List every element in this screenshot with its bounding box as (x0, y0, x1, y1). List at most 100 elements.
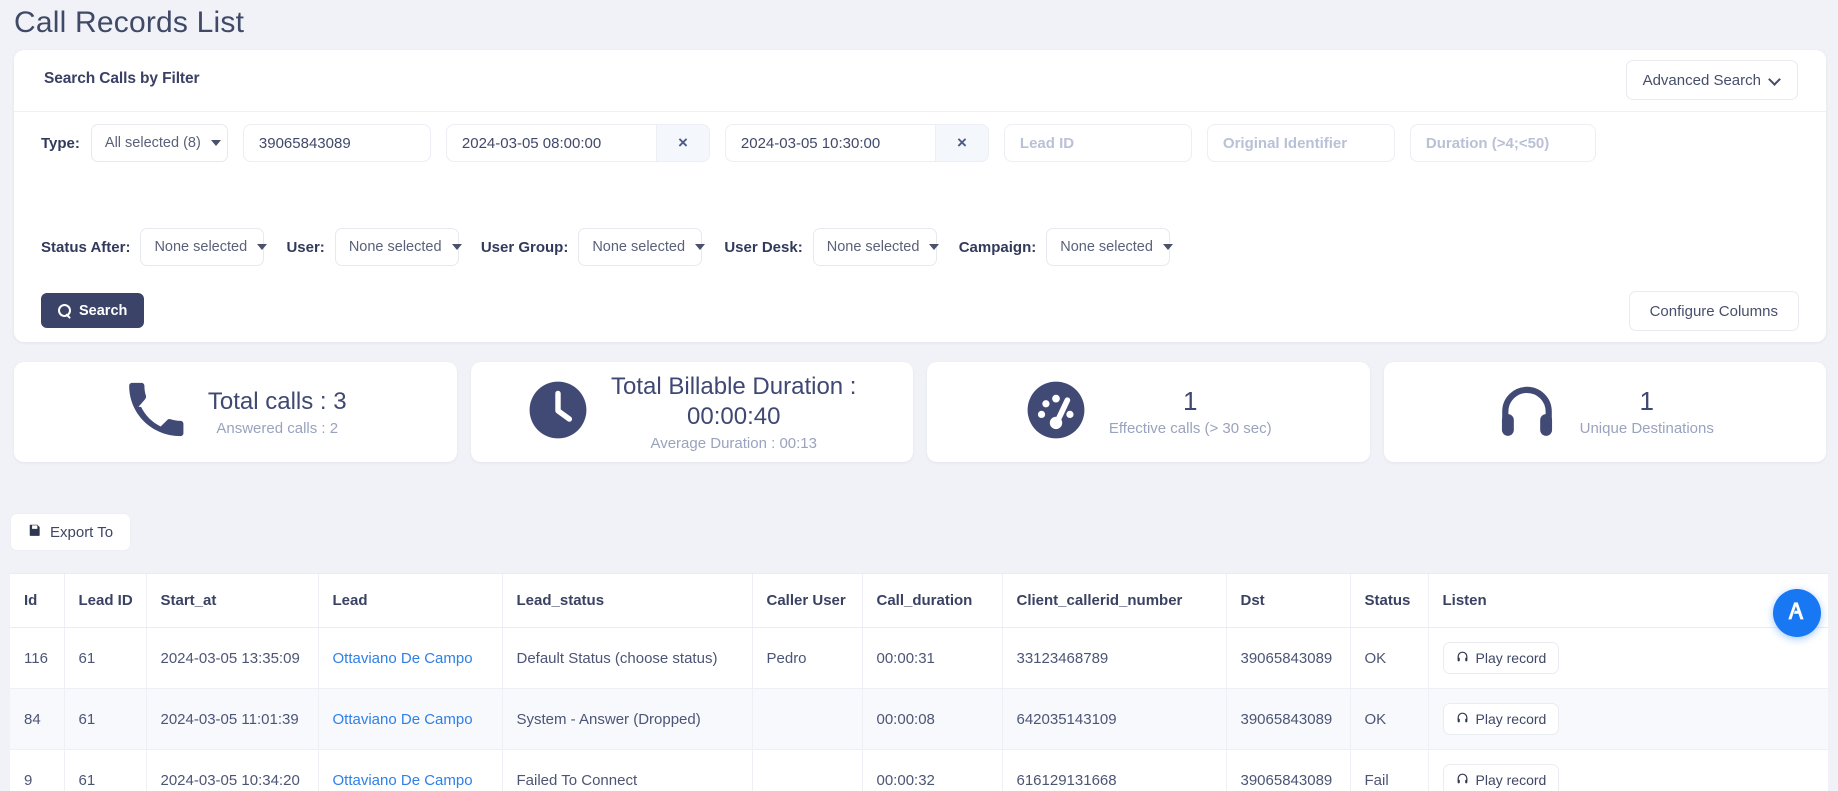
cell-client-callerid-number: 33123468789 (1002, 627, 1227, 689)
original-identifier-input[interactable] (1206, 124, 1395, 162)
export-to-label: Export To (50, 523, 114, 541)
cell-lead-status: System - Answer (Dropped) (502, 688, 753, 750)
filter-panel-title: Search Calls by Filter (44, 70, 200, 87)
cell-caller-user (752, 749, 863, 791)
table-row: 9 61 2024-03-05 10:34:20 Ottaviano De Ca… (10, 749, 1828, 791)
summary-stats: Total calls : 3 Answered calls : 2 Total… (14, 362, 1826, 462)
headphones-icon (1456, 772, 1469, 788)
column-header-lead-status[interactable]: Lead_status (502, 574, 753, 628)
cell-status: OK (1350, 627, 1429, 689)
cell-status: OK (1350, 688, 1429, 750)
status-after-label: Status After: (41, 238, 131, 256)
lead-id-input[interactable] (1003, 124, 1192, 162)
save-icon (28, 523, 42, 541)
configure-columns-button[interactable]: Configure Columns (1628, 291, 1799, 331)
cell-dst: 39065843089 (1226, 749, 1351, 791)
column-header-lead-id[interactable]: Lead ID (64, 574, 147, 628)
column-header-dst[interactable]: Dst (1226, 574, 1351, 628)
export-to-button[interactable]: Export To (10, 513, 132, 551)
stat-effective-calls-label: Effective calls (> 30 sec) (1108, 419, 1272, 437)
status-after-dropdown[interactable]: None selected (140, 228, 268, 266)
date-from-input[interactable] (445, 124, 656, 162)
column-header-status[interactable]: Status (1350, 574, 1429, 628)
play-record-label: Play record (1475, 711, 1547, 727)
column-header-client-callerid-number[interactable]: Client_callerid_number (1002, 574, 1227, 628)
search-icon (58, 304, 71, 317)
chevron-down-icon (1770, 75, 1781, 86)
column-header-call-duration[interactable]: Call_duration (862, 574, 1003, 628)
duration-input[interactable] (1409, 124, 1596, 162)
lead-link[interactable]: Ottaviano De Campo (333, 772, 473, 789)
user-label: User: (286, 238, 325, 256)
campaign-dropdown[interactable]: None selected (1046, 228, 1173, 266)
brand-logo-fab-button[interactable] (1773, 589, 1821, 637)
stat-card-unique-destinations: 1 Unique Destinations (1383, 362, 1826, 462)
cell-start-at: 2024-03-05 10:34:20 (146, 749, 319, 791)
search-filter-panel: Search Calls by Filter Advanced Search T… (14, 50, 1826, 342)
brand-logo-icon (1785, 599, 1809, 628)
user-desk-dropdown[interactable]: None selected (812, 228, 940, 266)
user-group-dropdown[interactable]: None selected (578, 228, 706, 266)
headphones-icon (1456, 711, 1469, 727)
campaign-value: None selected (1060, 239, 1153, 255)
stat-unique-destinations-value: 1 (1639, 386, 1654, 417)
stat-average-duration-value: Average Duration : 00:13 (650, 434, 817, 452)
cell-id: 116 (10, 627, 65, 689)
configure-columns-label: Configure Columns (1649, 302, 1778, 320)
user-desk-label: User Desk: (724, 238, 803, 256)
cell-lead-id: 61 (64, 627, 147, 689)
campaign-filter: Campaign: None selected (959, 228, 1173, 266)
column-header-start-at[interactable]: Start_at (146, 574, 319, 628)
table-row: 84 61 2024-03-05 11:01:39 Ottaviano De C… (10, 688, 1828, 750)
cell-id: 9 (10, 749, 65, 791)
date-from-group: × (445, 124, 710, 162)
advanced-search-button[interactable]: Advanced Search (1625, 60, 1798, 100)
user-desk-value: None selected (826, 239, 920, 255)
headphones-icon (1496, 379, 1558, 446)
lead-link[interactable]: Ottaviano De Campo (333, 650, 473, 667)
play-record-button[interactable]: Play record (1442, 703, 1560, 735)
date-to-clear-icon[interactable]: × (934, 124, 989, 162)
lead-link[interactable]: Ottaviano De Campo (333, 711, 473, 728)
status-after-value: None selected (154, 239, 248, 255)
column-header-caller-user[interactable]: Caller User (752, 574, 863, 628)
user-group-value: None selected (592, 239, 686, 255)
type-multiselect[interactable]: All selected (8) (90, 124, 228, 162)
caret-down-icon (210, 140, 221, 146)
caret-down-icon (695, 244, 706, 250)
user-filter: User: None selected (286, 228, 462, 266)
table-row: 116 61 2024-03-05 13:35:09 Ottaviano De … (10, 627, 1828, 689)
stat-billable-duration-value: 00:00:40 (687, 402, 781, 430)
cell-dst: 39065843089 (1226, 688, 1351, 750)
date-from-clear-icon[interactable]: × (655, 124, 710, 162)
cell-start-at: 2024-03-05 11:01:39 (146, 688, 319, 750)
cell-call-duration: 00:00:31 (862, 627, 1003, 689)
cell-call-duration: 00:00:08 (862, 688, 1003, 750)
stat-effective-calls-value: 1 (1183, 386, 1198, 417)
user-group-label: User Group: (480, 238, 569, 256)
date-to-group: × (724, 124, 989, 162)
column-header-id[interactable]: Id (10, 574, 65, 628)
filter-row-secondary: Status After: None selected User: None s… (14, 228, 1826, 266)
stat-billable-duration-label: Total Billable Duration : (611, 373, 857, 401)
stat-unique-destinations-label: Unique Destinations (1579, 419, 1714, 437)
cell-caller-user: Pedro (752, 627, 863, 689)
search-button[interactable]: Search (41, 293, 145, 328)
phone-number-input[interactable] (242, 124, 431, 162)
play-record-button[interactable]: Play record (1442, 642, 1560, 674)
type-label: Type: (41, 134, 80, 152)
cell-lead-id: 61 (64, 688, 147, 750)
date-to-input[interactable] (724, 124, 935, 162)
column-header-lead[interactable]: Lead (318, 574, 503, 628)
play-record-button[interactable]: Play record (1442, 764, 1560, 791)
call-records-page: Call Records List Search Calls by Filter… (0, 0, 1838, 791)
cell-status: Fail (1350, 749, 1429, 791)
phone-icon (124, 379, 186, 446)
play-record-label: Play record (1475, 650, 1547, 666)
search-button-label: Search (79, 302, 128, 319)
caret-down-icon (1162, 244, 1173, 250)
cell-id: 84 (10, 688, 65, 750)
user-dropdown[interactable]: None selected (334, 228, 462, 266)
cell-client-callerid-number: 642035143109 (1002, 688, 1227, 750)
column-header-listen[interactable]: Listen (1428, 574, 1828, 628)
